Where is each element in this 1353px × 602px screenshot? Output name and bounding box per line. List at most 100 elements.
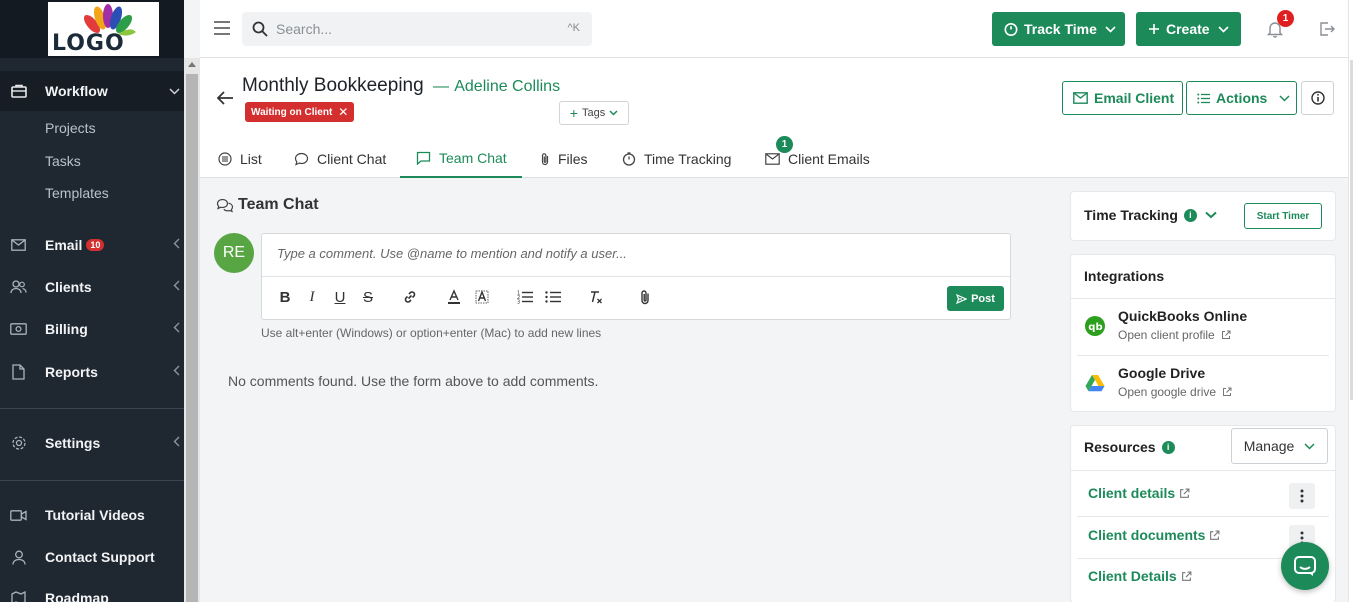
sidebar-scrollbar[interactable]	[184, 58, 200, 602]
hamburger-menu-icon[interactable]	[214, 21, 230, 35]
chevron-down-icon[interactable]	[1205, 211, 1217, 219]
sidebar-item-label: Reports	[45, 364, 98, 380]
ordered-list-icon[interactable]: 123	[516, 288, 534, 306]
notification-count-badge: 1	[1277, 10, 1294, 27]
paperclip-icon[interactable]	[636, 288, 654, 306]
track-time-button[interactable]: Track Time	[992, 12, 1125, 46]
sidebar-item-label: Workflow	[45, 83, 108, 99]
scrollbar-thumb[interactable]	[186, 74, 198, 602]
tab-team-chat[interactable]: Team Chat	[400, 140, 522, 178]
strikethrough-icon[interactable]: S	[359, 288, 377, 306]
chevron-down-icon	[1304, 442, 1315, 450]
page-scrollbar[interactable]	[1348, 0, 1353, 602]
actions-button[interactable]: Actions	[1186, 81, 1297, 115]
time-tracking-panel: Time Tracking i Start Timer	[1071, 192, 1335, 240]
search-input[interactable]	[276, 12, 556, 46]
editor-hint: Use alt+enter (Windows) or option+enter …	[261, 326, 602, 340]
chevron-down-icon	[1218, 25, 1229, 33]
sidebar-item-settings[interactable]: Settings	[0, 428, 184, 458]
link-icon[interactable]	[401, 288, 419, 306]
more-options-icon[interactable]	[1289, 483, 1315, 509]
stopwatch-icon	[1004, 22, 1018, 36]
logo[interactable]: LOGO	[48, 2, 159, 56]
arrow-left-icon[interactable]	[216, 90, 234, 106]
clear-format-icon[interactable]	[587, 288, 605, 306]
text-color-icon[interactable]	[445, 288, 463, 306]
tags-button[interactable]: + Tags	[559, 101, 629, 125]
user-icon	[10, 549, 27, 566]
bullet-list-icon[interactable]	[544, 288, 562, 306]
status-badge[interactable]: Waiting on Client ✕	[245, 102, 355, 122]
page-header: Monthly Bookkeeping — Adeline Collins Wa…	[200, 58, 1348, 178]
sidebar-item-billing[interactable]: Billing	[0, 314, 184, 344]
post-label: Post	[971, 292, 995, 305]
sidebar-divider	[0, 480, 184, 481]
tab-label: Team Chat	[439, 150, 507, 166]
sidebar-item-tasks[interactable]: Tasks	[45, 153, 81, 169]
sidebar-item-label: Contact Support	[45, 549, 155, 565]
integration-link[interactable]: Open client profile	[1118, 328, 1215, 342]
integration-quickbooks[interactable]: qb QuickBooks Online Open client profile	[1071, 299, 1335, 355]
logout-icon[interactable]	[1319, 21, 1335, 37]
info-button[interactable]	[1301, 81, 1334, 115]
list-icon	[1197, 93, 1210, 104]
client-name-link[interactable]: Adeline Collins	[454, 78, 560, 95]
sidebar-item-projects[interactable]: Projects	[45, 120, 96, 136]
create-label: Create	[1166, 21, 1210, 37]
sidebar-item-tutorial-videos[interactable]: Tutorial Videos	[0, 500, 184, 530]
resource-link[interactable]: Client documents	[1088, 527, 1220, 543]
support-chat-button[interactable]	[1281, 542, 1329, 590]
sidebar-item-email[interactable]: Email 10	[0, 230, 184, 260]
money-icon	[10, 321, 27, 338]
comment-input[interactable]	[262, 234, 1010, 277]
info-icon[interactable]: i	[1183, 208, 1197, 222]
sidebar-divider	[0, 408, 184, 409]
logo-area: LOGO	[0, 0, 184, 58]
email-client-button[interactable]: Email Client	[1062, 81, 1183, 115]
external-link-icon	[1209, 530, 1220, 541]
sidebar-item-roadmap[interactable]: Roadmap	[0, 583, 184, 602]
divider	[1071, 470, 1335, 471]
tab-client-chat[interactable]: Client Chat	[294, 140, 386, 178]
sidebar-item-clients[interactable]: Clients	[0, 272, 184, 302]
close-icon[interactable]: ✕	[338, 105, 348, 119]
sidebar-item-workflow[interactable]: Workflow	[0, 71, 184, 111]
chat-icon	[1294, 556, 1316, 576]
tab-files[interactable]: Files	[540, 140, 588, 178]
client-emails-count-badge: 1	[776, 136, 793, 153]
bold-icon[interactable]: B	[276, 288, 294, 306]
resource-link-label: Client documents	[1088, 527, 1206, 543]
chevron-down-icon	[1279, 94, 1290, 102]
tab-time-tracking[interactable]: Time Tracking	[622, 140, 731, 178]
highlight-icon[interactable]	[473, 288, 491, 306]
plus-icon	[1148, 23, 1160, 35]
quickbooks-icon: qb	[1085, 316, 1105, 336]
info-icon[interactable]: i	[1161, 440, 1175, 454]
integration-link[interactable]: Open google drive	[1118, 385, 1216, 399]
map-icon	[10, 590, 27, 602]
comment-editor: B I U S 123 Post	[261, 233, 1011, 320]
italic-icon[interactable]: I	[303, 288, 321, 306]
integration-name: QuickBooks Online	[1118, 308, 1248, 324]
search-box[interactable]: ^K	[242, 12, 592, 46]
manage-label: Manage	[1243, 438, 1295, 454]
envelope-icon	[765, 153, 780, 165]
resource-link-label: Client details	[1088, 485, 1176, 501]
underline-icon[interactable]: U	[331, 288, 349, 306]
chevron-down-icon	[609, 108, 618, 118]
integration-google-drive[interactable]: Google Drive Open google drive	[1071, 356, 1335, 412]
sidebar-item-reports[interactable]: Reports	[0, 357, 184, 387]
email-client-label: Email Client	[1094, 90, 1175, 106]
start-timer-button[interactable]: Start Timer	[1244, 203, 1322, 229]
create-button[interactable]: Create	[1136, 12, 1241, 46]
sidebar-item-templates[interactable]: Templates	[45, 185, 109, 201]
scroll-up-arrow-icon[interactable]	[188, 62, 196, 67]
post-button[interactable]: Post	[947, 286, 1004, 311]
resource-link[interactable]: Client details	[1088, 485, 1190, 501]
chevron-left-icon	[173, 365, 180, 379]
sidebar-item-contact-support[interactable]: Contact Support	[0, 542, 184, 572]
actions-label: Actions	[1216, 90, 1268, 106]
manage-button[interactable]: Manage	[1231, 428, 1328, 464]
resource-link[interactable]: Client Details	[1088, 568, 1192, 584]
tab-list[interactable]: List	[218, 140, 262, 178]
